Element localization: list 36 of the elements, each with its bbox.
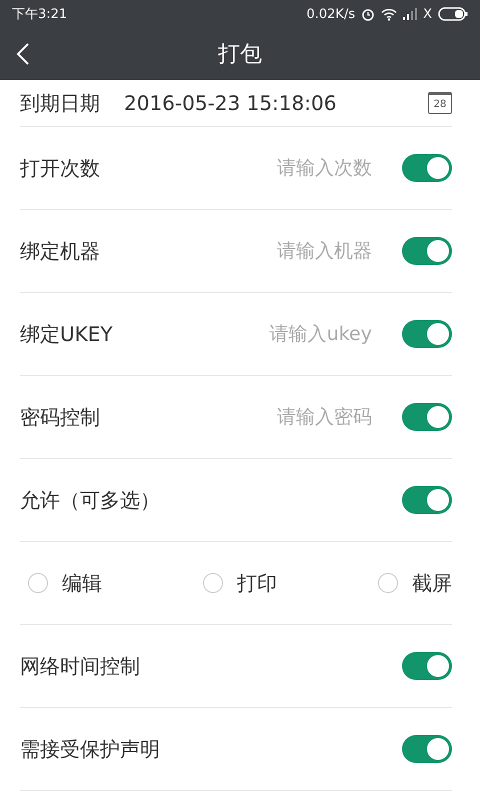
toggle-switch[interactable] bbox=[402, 320, 452, 348]
toggle-switch[interactable] bbox=[402, 237, 452, 265]
back-icon[interactable] bbox=[16, 42, 30, 66]
battery-icon bbox=[438, 7, 468, 21]
row-label: 需接受保护声明 bbox=[20, 736, 160, 762]
row-label: 绑定UKEY bbox=[20, 320, 113, 348]
toggle-switch[interactable] bbox=[402, 154, 452, 182]
row-label: 允许（可多选） bbox=[20, 486, 160, 514]
toggle-switch[interactable] bbox=[402, 735, 452, 763]
date-value[interactable]: 2016-05-23 15:18:06 bbox=[124, 91, 428, 115]
page-title: 打包 bbox=[218, 41, 262, 69]
option-label: 编辑 bbox=[62, 570, 102, 596]
row-label: 密码控制 bbox=[20, 404, 100, 430]
radio-button[interactable] bbox=[203, 573, 223, 593]
carrier-text: X bbox=[423, 6, 432, 22]
row-label: 打开次数 bbox=[20, 154, 100, 182]
calendar-icon[interactable]: 28 bbox=[428, 92, 452, 114]
input-field[interactable]: 请输入机器 bbox=[108, 239, 374, 263]
toggle-switch[interactable] bbox=[402, 652, 452, 680]
option-label: 截屏 bbox=[412, 570, 452, 596]
row-label: 绑定机器 bbox=[20, 238, 100, 264]
input-field[interactable]: 请输入密码 bbox=[108, 405, 374, 429]
toggle-switch[interactable] bbox=[402, 403, 452, 431]
option-label: 打印 bbox=[237, 570, 277, 596]
radio-button[interactable] bbox=[378, 573, 398, 593]
wifi-icon bbox=[381, 8, 398, 20]
input-field[interactable]: 请输入ukey bbox=[120, 322, 374, 346]
status-time: 下午3:21 bbox=[12, 6, 68, 23]
toggle-switch[interactable] bbox=[402, 486, 452, 514]
network-speed: 0.02K/s bbox=[306, 6, 356, 22]
radio-button[interactable] bbox=[28, 573, 48, 593]
signal-icon bbox=[403, 8, 418, 20]
row-label: 网络时间控制 bbox=[20, 652, 140, 680]
row-label: 到期日期 bbox=[20, 90, 100, 116]
input-field[interactable]: 请输入次数 bbox=[108, 156, 374, 180]
alarm-icon bbox=[361, 7, 376, 21]
